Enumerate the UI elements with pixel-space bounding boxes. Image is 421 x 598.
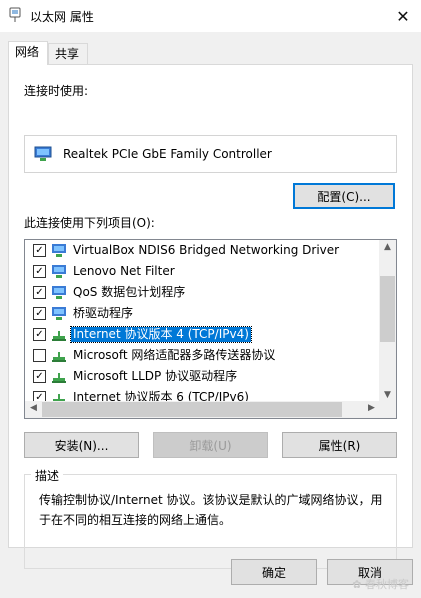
scroll-right-icon[interactable]: ▶ (363, 403, 380, 413)
configure-button[interactable]: 配置(C)... (293, 183, 395, 209)
vertical-scrollbar[interactable]: ▲ ▼ (379, 240, 396, 402)
network-properties-icon (9, 7, 21, 22)
network-adapter-icon (34, 146, 52, 161)
list-item[interactable]: ✓ Internet 协议版本 6 (TCP/IPv6) (25, 387, 380, 402)
adapter-name: Realtek PCIe GbE Family Controller (63, 147, 272, 161)
adapter-box: Realtek PCIe GbE Family Controller (24, 135, 397, 173)
network-adapter-icon (52, 265, 66, 278)
window-title: 以太网 属性 (30, 10, 94, 24)
list-item-label: Lenovo Net Filter (73, 264, 175, 278)
network-adapter-icon (52, 286, 66, 299)
tab-panel-network: 连接时使用: Realtek PCIe GbE Family Controlle… (8, 64, 413, 569)
checkbox-unchecked[interactable] (33, 349, 46, 362)
vertical-scroll-thumb[interactable] (380, 276, 395, 342)
list-item[interactable]: ✓ VirtualBox NDIS6 Bridged Networking Dr… (25, 240, 380, 261)
network-adapter-icon (52, 244, 66, 257)
list-item[interactable]: ✓ Microsoft LLDP 协议驱动程序 (25, 366, 380, 387)
list-item-label: Microsoft 网络适配器多路传送器协议 (73, 348, 276, 362)
scroll-up-icon[interactable]: ▲ (379, 242, 396, 252)
protocol-icon (52, 373, 66, 383)
items-list[interactable]: ✓ VirtualBox NDIS6 Bridged Networking Dr… (24, 239, 397, 419)
items-label: 此连接使用下列项目(O): (24, 216, 155, 230)
list-item[interactable]: ✓ QoS 数据包计划程序 (25, 282, 380, 303)
list-item[interactable]: ✓ Lenovo Net Filter (25, 261, 380, 282)
list-item-label: QoS 数据包计划程序 (73, 285, 186, 299)
close-button[interactable]: ✕ (385, 0, 421, 32)
list-item-label: Internet 协议版本 4 (TCP/IPv4) (70, 326, 252, 343)
scroll-left-icon[interactable]: ◀ (25, 403, 42, 413)
checkbox-checked[interactable]: ✓ (33, 265, 46, 278)
scroll-down-icon[interactable]: ▼ (379, 390, 396, 400)
close-icon: ✕ (396, 6, 410, 26)
list-item-label: VirtualBox NDIS6 Bridged Networking Driv… (73, 243, 340, 257)
tab-network[interactable]: 网络 (8, 41, 48, 65)
checkbox-checked[interactable]: ✓ (33, 286, 46, 299)
list-item-selected[interactable]: ✓ Internet 协议版本 4 (TCP/IPv4) (25, 324, 380, 345)
dialog-body: 网络 共享 连接时使用: Realtek PCIe GbE Family Con… (0, 32, 421, 598)
title-bar: 以太网 属性 ✕ (0, 0, 421, 32)
list-item[interactable]: ✓ 桥驱动程序 (25, 303, 380, 324)
list-item[interactable]: Microsoft 网络适配器多路传送器协议 (25, 345, 380, 366)
properties-button[interactable]: 属性(R) (282, 432, 397, 458)
uninstall-button[interactable]: 卸载(U) (153, 432, 268, 458)
protocol-icon (52, 331, 66, 341)
checkbox-checked[interactable]: ✓ (33, 370, 46, 383)
scroll-corner (379, 401, 396, 418)
watermark: ✿ 春秋博客 (352, 578, 409, 591)
protocol-icon (52, 352, 66, 362)
checkbox-checked[interactable]: ✓ (33, 328, 46, 341)
install-button[interactable]: 安装(N)... (24, 432, 139, 458)
list-item-label: 桥驱动程序 (73, 306, 134, 320)
description-title: 描述 (31, 467, 64, 484)
ok-button[interactable]: 确定 (231, 559, 317, 585)
connect-using-label: 连接时使用: (24, 84, 89, 98)
horizontal-scrollbar[interactable]: ◀ ▶ (25, 401, 380, 418)
horizontal-scroll-thumb[interactable] (42, 402, 342, 417)
tab-sharing[interactable]: 共享 (48, 43, 88, 64)
checkbox-checked[interactable]: ✓ (33, 307, 46, 320)
list-item-label: Microsoft LLDP 协议驱动程序 (73, 369, 238, 383)
network-adapter-icon (52, 307, 66, 320)
description-text: 传输控制协议/Internet 协议。该协议是默认的广域网络协议，用于在不同的相… (39, 493, 383, 527)
checkbox-checked[interactable]: ✓ (33, 244, 46, 257)
